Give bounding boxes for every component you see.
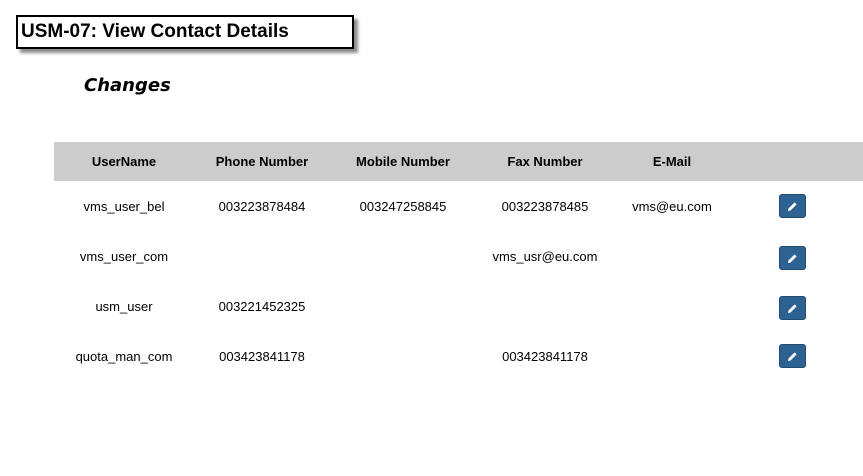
- column-header-mobile: Mobile Number: [356, 154, 450, 169]
- cell-mobile: [342, 344, 464, 370]
- cell-username: usm_user: [95, 299, 153, 314]
- edit-button[interactable]: [779, 296, 806, 320]
- cell-email: [614, 294, 730, 320]
- cell-mobile: [342, 244, 464, 270]
- column-header-email: E-Mail: [652, 154, 692, 169]
- pencil-icon: [788, 202, 797, 211]
- cell-username: vms_user_com: [79, 249, 169, 264]
- cell-mobile: [342, 294, 464, 320]
- edit-button[interactable]: [779, 194, 806, 218]
- table-header: UserName Phone Number Mobile Number Fax …: [54, 142, 863, 181]
- pencil-icon: [788, 352, 797, 361]
- cell-phone: [202, 244, 322, 270]
- cell-fax: 003223878485: [501, 199, 589, 214]
- cell-fax: [484, 294, 606, 320]
- cell-username: vms_user_bel: [83, 199, 165, 214]
- cell-phone: 003423841178: [219, 349, 305, 364]
- page-title-box: USM-07: View Contact Details: [16, 15, 354, 49]
- column-header-phone: Phone Number: [215, 154, 309, 169]
- edit-button[interactable]: [779, 344, 806, 368]
- cell-fax: vms_usr@eu.com: [492, 249, 598, 264]
- pencil-icon: [788, 304, 797, 313]
- table-row: vms_user_bel 003223878484 003247258845 0…: [54, 194, 863, 220]
- cell-email: [614, 344, 730, 370]
- edit-button[interactable]: [779, 246, 806, 270]
- cell-fax: 003423841178: [502, 349, 588, 364]
- column-header-username: UserName: [91, 154, 157, 169]
- page-title: USM-07: View Contact Details: [21, 21, 289, 42]
- cell-email: vms@eu.com: [632, 199, 712, 214]
- column-header-fax: Fax Number: [507, 154, 583, 169]
- contact-table: UserName Phone Number Mobile Number Fax …: [54, 142, 863, 368]
- table-row: usm_user 003221452325: [54, 294, 863, 320]
- cell-phone: 003223878484: [218, 199, 306, 214]
- cell-email: [614, 244, 730, 270]
- cell-username: quota_man_com: [75, 349, 173, 364]
- cell-phone: 003221452325: [218, 299, 306, 314]
- table-row: vms_user_com vms_usr@eu.com: [54, 244, 863, 270]
- section-title: Changes: [84, 75, 171, 96]
- pencil-icon: [788, 254, 797, 263]
- cell-mobile: 003247258845: [359, 199, 447, 214]
- table-row: quota_man_com 003423841178 003423841178: [54, 344, 863, 370]
